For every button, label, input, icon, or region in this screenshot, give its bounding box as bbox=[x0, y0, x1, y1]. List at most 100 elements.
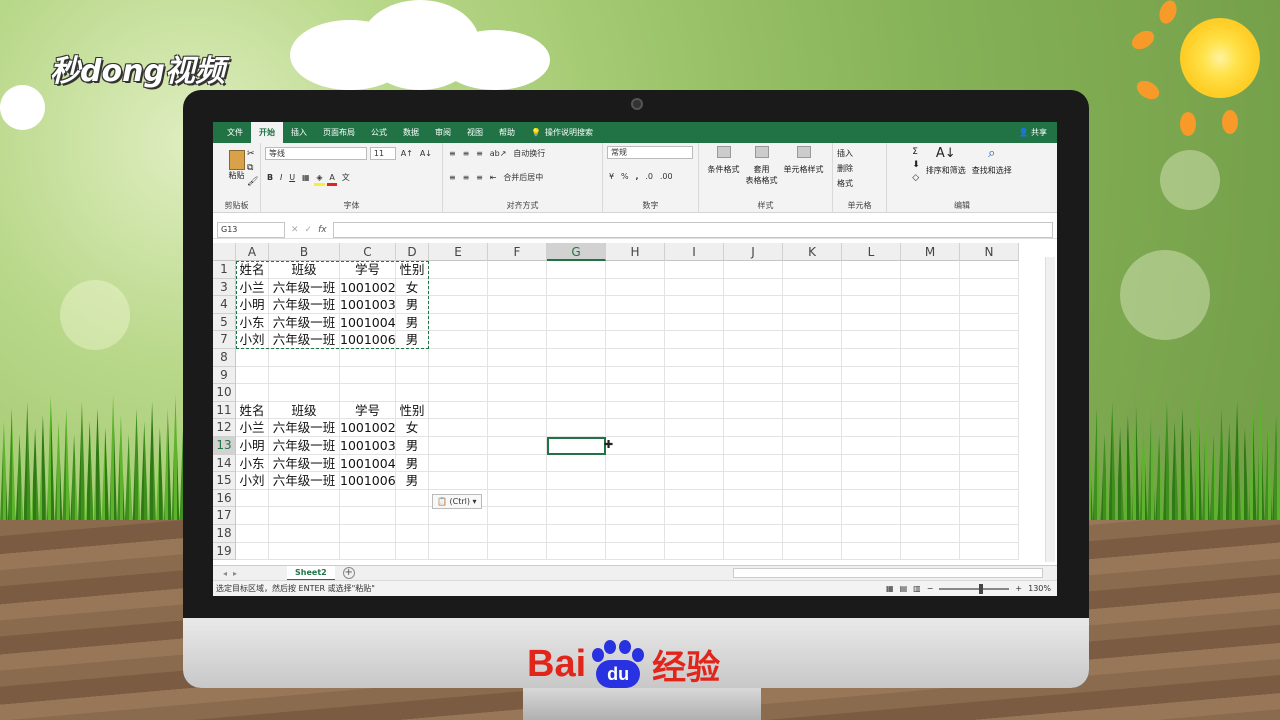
fill-color-icon[interactable]: ◈ bbox=[314, 172, 325, 186]
cell-E12[interactable] bbox=[429, 419, 488, 437]
cell-H11[interactable] bbox=[606, 401, 665, 420]
cell-N17[interactable] bbox=[960, 507, 1019, 525]
cell-N16[interactable] bbox=[960, 489, 1019, 508]
cell-E7[interactable] bbox=[429, 331, 488, 349]
cell-I9[interactable] bbox=[665, 366, 724, 385]
zoom-slider[interactable] bbox=[939, 583, 1010, 594]
tab-0[interactable]: 文件 bbox=[219, 122, 251, 143]
cell-G9[interactable] bbox=[547, 366, 606, 385]
column-header-N[interactable]: N bbox=[960, 243, 1019, 261]
tab-6[interactable]: 审阅 bbox=[427, 122, 459, 143]
cell-N18[interactable] bbox=[960, 525, 1019, 543]
cell-H12[interactable] bbox=[606, 419, 665, 437]
align-left-icon[interactable]: ≡ bbox=[447, 170, 458, 184]
function-icon[interactable]: fx bbox=[318, 225, 327, 235]
cell-N14[interactable] bbox=[960, 454, 1019, 473]
cell-C11[interactable]: 学号 bbox=[340, 401, 396, 420]
cell-L5[interactable] bbox=[842, 313, 901, 332]
currency-icon[interactable]: ¥ bbox=[607, 169, 616, 183]
cell-B10[interactable] bbox=[269, 384, 340, 402]
cell-A13[interactable]: 小明 bbox=[236, 437, 269, 455]
cell-K5[interactable] bbox=[783, 313, 842, 332]
delete-cells-button[interactable]: 删除 bbox=[837, 163, 882, 174]
cell-A14[interactable]: 小东 bbox=[236, 454, 269, 473]
cell-A16[interactable] bbox=[236, 489, 269, 508]
cell-B17[interactable] bbox=[269, 507, 340, 525]
cell-N15[interactable] bbox=[960, 472, 1019, 490]
cell-C12[interactable]: 1001002 bbox=[340, 419, 396, 437]
cell-G7[interactable] bbox=[547, 331, 606, 349]
select-all-corner[interactable] bbox=[213, 243, 236, 261]
cell-E9[interactable] bbox=[429, 366, 488, 385]
format-cells-button[interactable]: 格式 bbox=[837, 178, 882, 189]
cell-E19[interactable] bbox=[429, 542, 488, 561]
cell-F7[interactable] bbox=[488, 331, 547, 349]
cell-H16[interactable] bbox=[606, 489, 665, 508]
cell-M15[interactable] bbox=[901, 472, 960, 490]
cell-I7[interactable] bbox=[665, 331, 724, 349]
tab-7[interactable]: 视图 bbox=[459, 122, 491, 143]
cell-J4[interactable] bbox=[724, 296, 783, 314]
cell-E14[interactable] bbox=[429, 454, 488, 473]
column-header-I[interactable]: I bbox=[665, 243, 724, 261]
cell-H18[interactable] bbox=[606, 525, 665, 543]
cell-G19[interactable] bbox=[547, 542, 606, 561]
cell-D9[interactable] bbox=[396, 366, 429, 385]
cell-G3[interactable] bbox=[547, 278, 606, 297]
cell-A12[interactable]: 小兰 bbox=[236, 419, 269, 437]
sheet-nav-right-icon[interactable]: ▸ bbox=[233, 569, 237, 578]
cell-I16[interactable] bbox=[665, 489, 724, 508]
wrap-text-button[interactable]: 自动换行 bbox=[511, 146, 547, 160]
cell-F10[interactable] bbox=[488, 384, 547, 402]
cell-F19[interactable] bbox=[488, 542, 547, 561]
column-header-M[interactable]: M bbox=[901, 243, 960, 261]
cell-C19[interactable] bbox=[340, 542, 396, 561]
cell-C15[interactable]: 1001006 bbox=[340, 472, 396, 490]
tab-4[interactable]: 公式 bbox=[363, 122, 395, 143]
cell-N1[interactable] bbox=[960, 261, 1019, 279]
cell-L16[interactable] bbox=[842, 489, 901, 508]
cell-J10[interactable] bbox=[724, 384, 783, 402]
cell-A9[interactable] bbox=[236, 366, 269, 385]
cell-F1[interactable] bbox=[488, 261, 547, 279]
cell-J7[interactable] bbox=[724, 331, 783, 349]
cell-J12[interactable] bbox=[724, 419, 783, 437]
cell-F12[interactable] bbox=[488, 419, 547, 437]
cell-N13[interactable] bbox=[960, 437, 1019, 455]
cell-G16[interactable] bbox=[547, 489, 606, 508]
row-header-9[interactable]: 9 bbox=[213, 366, 236, 385]
vertical-scrollbar[interactable] bbox=[1045, 257, 1055, 562]
cell-G4[interactable] bbox=[547, 296, 606, 314]
tab-1[interactable]: 开始 bbox=[251, 122, 283, 143]
cell-G10[interactable] bbox=[547, 384, 606, 402]
row-header-18[interactable]: 18 bbox=[213, 525, 236, 543]
cell-K1[interactable] bbox=[783, 261, 842, 279]
cell-M9[interactable] bbox=[901, 366, 960, 385]
italic-button[interactable]: I bbox=[278, 170, 284, 184]
row-header-17[interactable]: 17 bbox=[213, 507, 236, 525]
cell-L4[interactable] bbox=[842, 296, 901, 314]
tab-3[interactable]: 页面布局 bbox=[315, 122, 363, 143]
copy-icon[interactable]: ⧉ bbox=[247, 163, 253, 173]
normal-view-icon[interactable]: ▦ bbox=[886, 581, 894, 596]
cell-M4[interactable] bbox=[901, 296, 960, 314]
border-icon[interactable]: ▦ bbox=[300, 170, 312, 184]
cell-D13[interactable]: 男 bbox=[396, 437, 429, 455]
align-bottom-icon[interactable]: ≡ bbox=[474, 146, 485, 160]
cell-M16[interactable] bbox=[901, 489, 960, 508]
cell-J14[interactable] bbox=[724, 454, 783, 473]
add-sheet-icon[interactable]: + bbox=[342, 567, 355, 579]
column-header-F[interactable]: F bbox=[488, 243, 547, 261]
indent-icon[interactable]: ⇤ bbox=[488, 170, 499, 184]
bold-button[interactable]: B bbox=[265, 170, 275, 184]
cell-N5[interactable] bbox=[960, 313, 1019, 332]
percent-button[interactable]: % bbox=[619, 169, 631, 183]
cell-K8[interactable] bbox=[783, 349, 842, 367]
cell-M17[interactable] bbox=[901, 507, 960, 525]
column-header-G[interactable]: G bbox=[547, 243, 606, 261]
row-header-4[interactable]: 4 bbox=[213, 296, 236, 314]
row-header-3[interactable]: 3 bbox=[213, 278, 236, 297]
cell-L7[interactable] bbox=[842, 331, 901, 349]
cell-D10[interactable] bbox=[396, 384, 429, 402]
cell-N8[interactable] bbox=[960, 349, 1019, 367]
